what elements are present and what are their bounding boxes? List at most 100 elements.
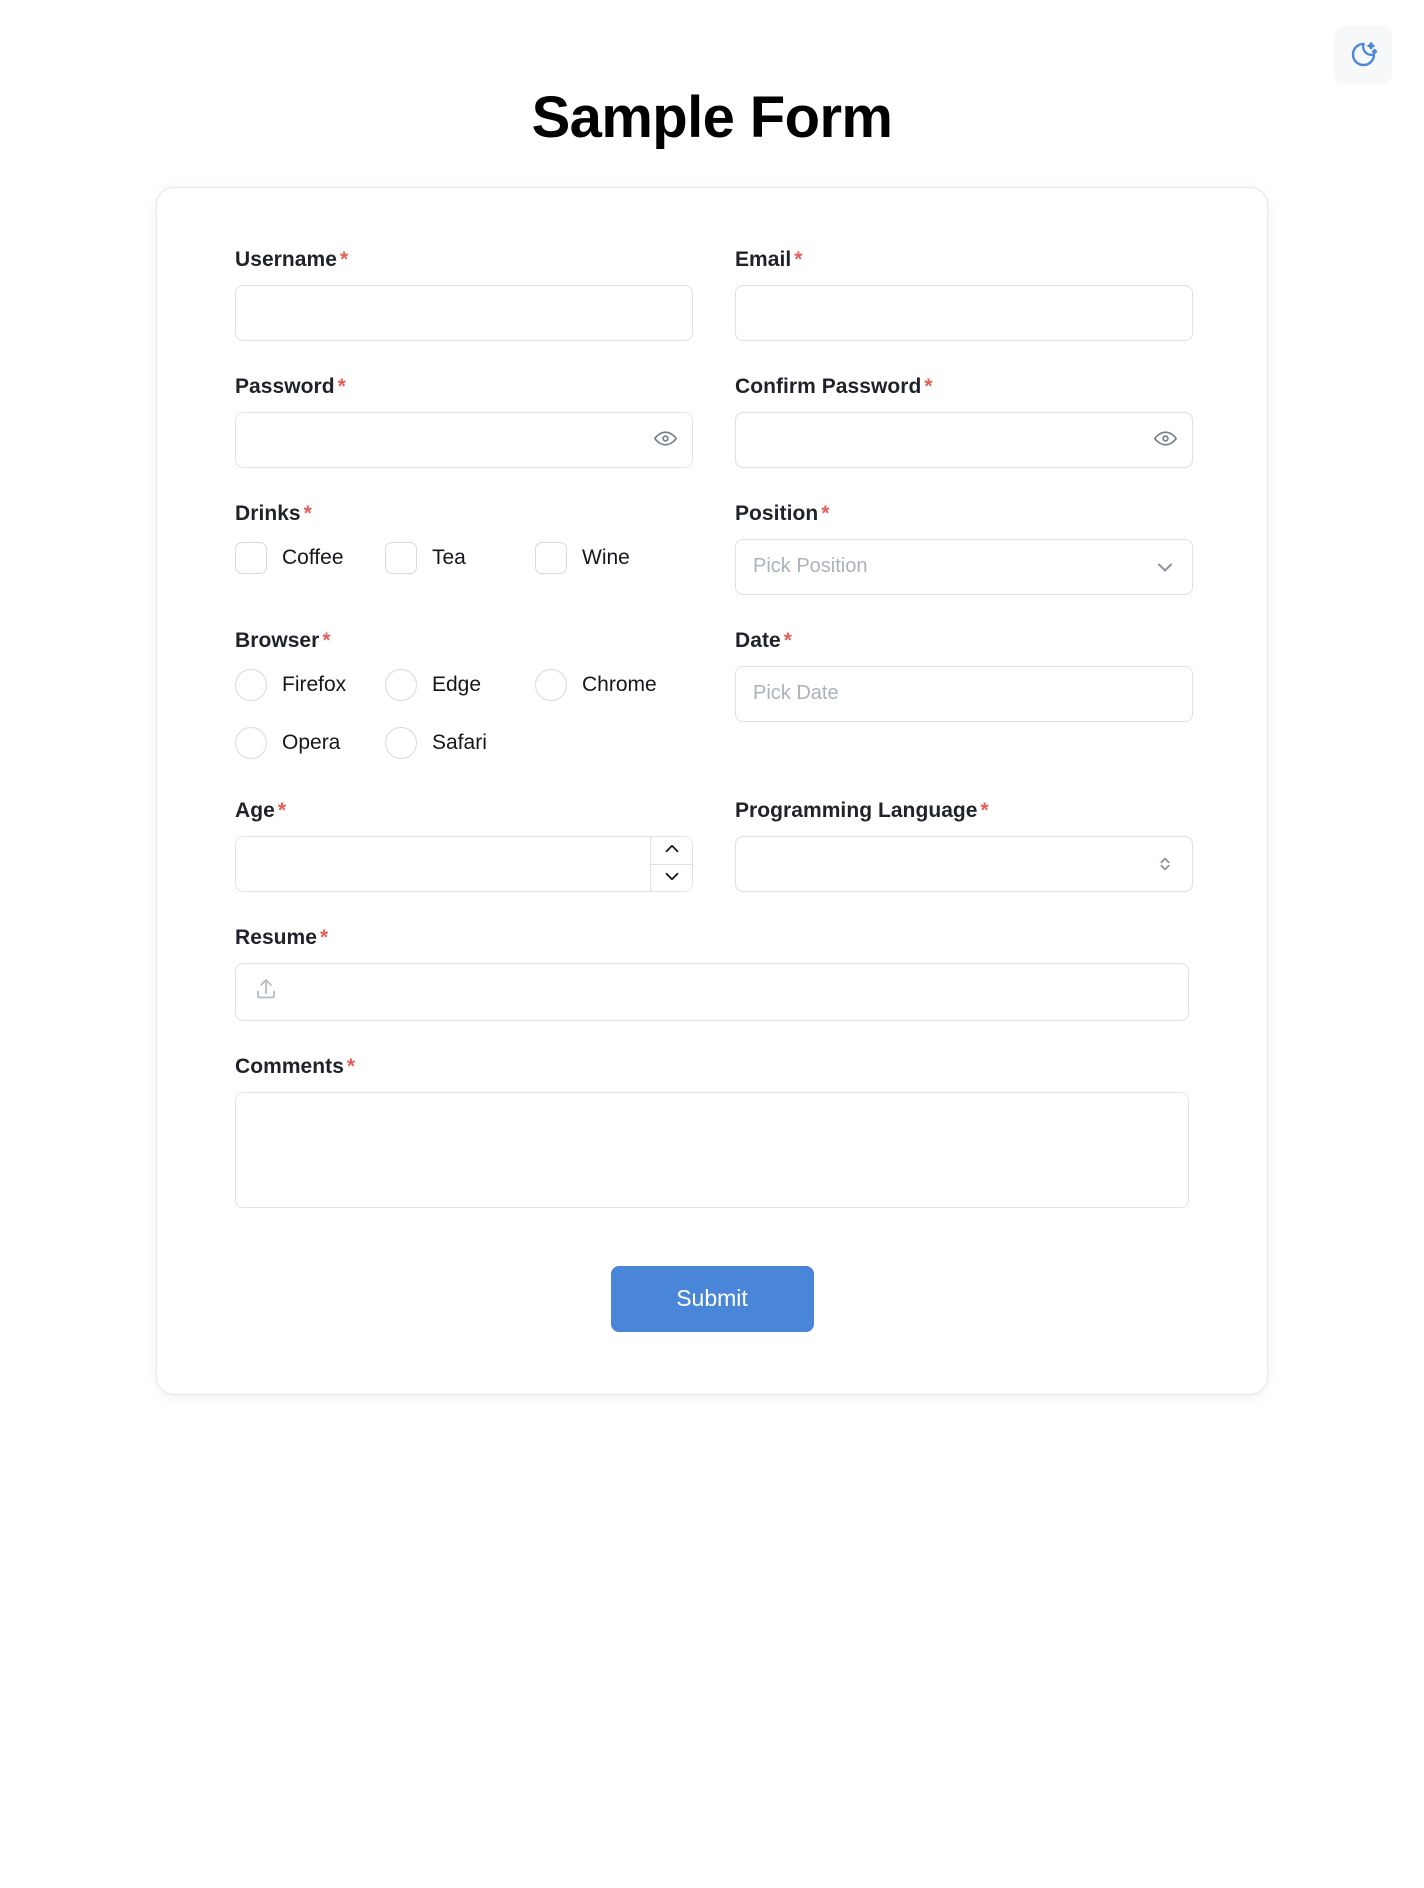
drinks-label-text: Drinks — [235, 501, 301, 525]
radio-label: Chrome — [582, 672, 657, 696]
username-label-text: Username — [235, 247, 337, 271]
drinks-label: Drinks * — [235, 502, 693, 526]
checkbox-label: Wine — [582, 545, 630, 569]
password-visibility-toggle[interactable] — [651, 426, 679, 454]
programming-language-input[interactable] — [735, 835, 1193, 892]
checkbox-coffee[interactable]: Coffee — [235, 541, 385, 574]
chevron-down-icon[interactable] — [1151, 553, 1179, 581]
email-input[interactable] — [735, 284, 1193, 341]
required-asterisk: * — [924, 374, 933, 398]
checkbox-label: Coffee — [282, 545, 344, 569]
radio-chrome[interactable]: Chrome — [535, 668, 657, 701]
chevron-up-icon — [661, 838, 683, 863]
field-username: Username * — [235, 248, 693, 341]
required-asterisk: * — [322, 628, 331, 652]
field-programming-language: Programming Language * — [735, 799, 1193, 892]
programming-language-label-text: Programming Language — [735, 798, 978, 822]
position-label: Position * — [735, 502, 1193, 526]
required-asterisk: * — [303, 501, 312, 525]
radio-label: Opera — [282, 730, 341, 754]
checkbox-tea[interactable]: Tea — [385, 541, 535, 574]
confirm-password-label: Confirm Password * — [735, 375, 1193, 399]
radio-label: Edge — [432, 672, 482, 696]
moon-stars-icon — [1348, 40, 1378, 70]
checkbox-label: Tea — [432, 545, 466, 569]
resume-file-upload[interactable] — [235, 962, 1189, 1021]
radio-label: Firefox — [282, 672, 347, 696]
age-increment-button[interactable] — [651, 836, 692, 864]
checkbox-box — [235, 541, 267, 574]
date-label-text: Date — [735, 628, 781, 652]
radio-circle — [235, 668, 267, 701]
position-label-text: Position — [735, 501, 819, 525]
field-date: Date * — [735, 629, 1193, 759]
form-row-credentials: Username * Email * — [235, 248, 1193, 341]
form-row-resume: Resume * — [235, 926, 1189, 1021]
radio-circle — [535, 668, 567, 701]
form-row-passwords: Password * Confirm Password * — [235, 375, 1193, 468]
browser-label-text: Browser — [235, 628, 320, 652]
comments-textarea[interactable] — [235, 1091, 1189, 1208]
radio-firefox[interactable]: Firefox — [235, 668, 385, 701]
required-asterisk: * — [339, 247, 349, 271]
password-label: Password * — [235, 375, 693, 399]
password-input[interactable] — [235, 411, 693, 468]
field-email: Email * — [735, 248, 1193, 341]
comments-label: Comments * — [235, 1055, 1189, 1079]
drinks-checkbox-group: Coffee Tea Wine — [235, 539, 693, 574]
required-asterisk: * — [794, 247, 803, 271]
age-input[interactable] — [236, 836, 650, 891]
chevron-up-down-icon[interactable] — [1151, 850, 1179, 878]
date-label: Date * — [735, 629, 1193, 653]
programming-language-label: Programming Language * — [735, 799, 1193, 823]
age-label: Age * — [235, 799, 693, 823]
email-label-text: Email — [735, 247, 792, 271]
radio-label: Safari — [432, 730, 487, 754]
radio-safari[interactable]: Safari — [385, 726, 487, 759]
username-label: Username * — [235, 248, 693, 272]
required-asterisk: * — [980, 798, 989, 822]
comments-label-text: Comments — [235, 1054, 344, 1078]
form-row-drinks-position: Drinks * Coffee Tea Wine Position * — [235, 502, 1193, 595]
required-asterisk: * — [277, 798, 287, 822]
theme-toggle-button[interactable] — [1334, 26, 1392, 84]
form-card: Username * Email * Password * Confirm Pa… — [156, 186, 1268, 1395]
field-position: Position * — [735, 502, 1193, 595]
field-drinks: Drinks * Coffee Tea Wine — [235, 502, 693, 595]
confirm-password-visibility-toggle[interactable] — [1151, 426, 1179, 454]
radio-circle — [385, 726, 417, 759]
checkbox-box — [535, 541, 567, 574]
required-asterisk: * — [320, 925, 329, 949]
browser-label: Browser * — [235, 629, 693, 653]
confirm-password-label-text: Confirm Password — [735, 374, 922, 398]
checkbox-wine[interactable]: Wine — [535, 541, 630, 574]
position-select[interactable] — [735, 538, 1193, 595]
submit-button[interactable]: Submit — [610, 1265, 814, 1332]
radio-circle — [235, 726, 267, 759]
resume-label-text: Resume — [235, 925, 318, 949]
required-asterisk: * — [346, 1054, 356, 1078]
upload-icon — [253, 976, 279, 1007]
field-browser: Browser * Firefox Edge Chrome Opera Safa… — [235, 629, 693, 759]
required-asterisk: * — [337, 374, 346, 398]
radio-edge[interactable]: Edge — [385, 668, 535, 701]
radio-circle — [385, 668, 417, 701]
form-row-browser-date: Browser * Firefox Edge Chrome Opera Safa… — [235, 629, 1193, 759]
form-row-comments: Comments * — [235, 1055, 1189, 1208]
age-decrement-button[interactable] — [651, 863, 692, 891]
eye-icon — [1153, 426, 1178, 454]
username-input[interactable] — [235, 284, 693, 341]
field-resume: Resume * — [235, 926, 1189, 1021]
email-label: Email * — [735, 248, 1193, 272]
field-age: Age * — [235, 799, 693, 892]
field-confirm-password: Confirm Password * — [735, 375, 1193, 468]
eye-icon — [653, 426, 678, 454]
browser-radio-group: Firefox Edge Chrome Opera Safari — [235, 666, 693, 759]
radio-opera[interactable]: Opera — [235, 726, 385, 759]
chevron-down-icon — [661, 865, 683, 890]
confirm-password-input[interactable] — [735, 411, 1193, 468]
age-stepper-buttons — [650, 836, 692, 891]
date-input[interactable] — [735, 665, 1193, 722]
submit-row: Submit — [235, 1265, 1189, 1332]
required-asterisk: * — [821, 501, 830, 525]
